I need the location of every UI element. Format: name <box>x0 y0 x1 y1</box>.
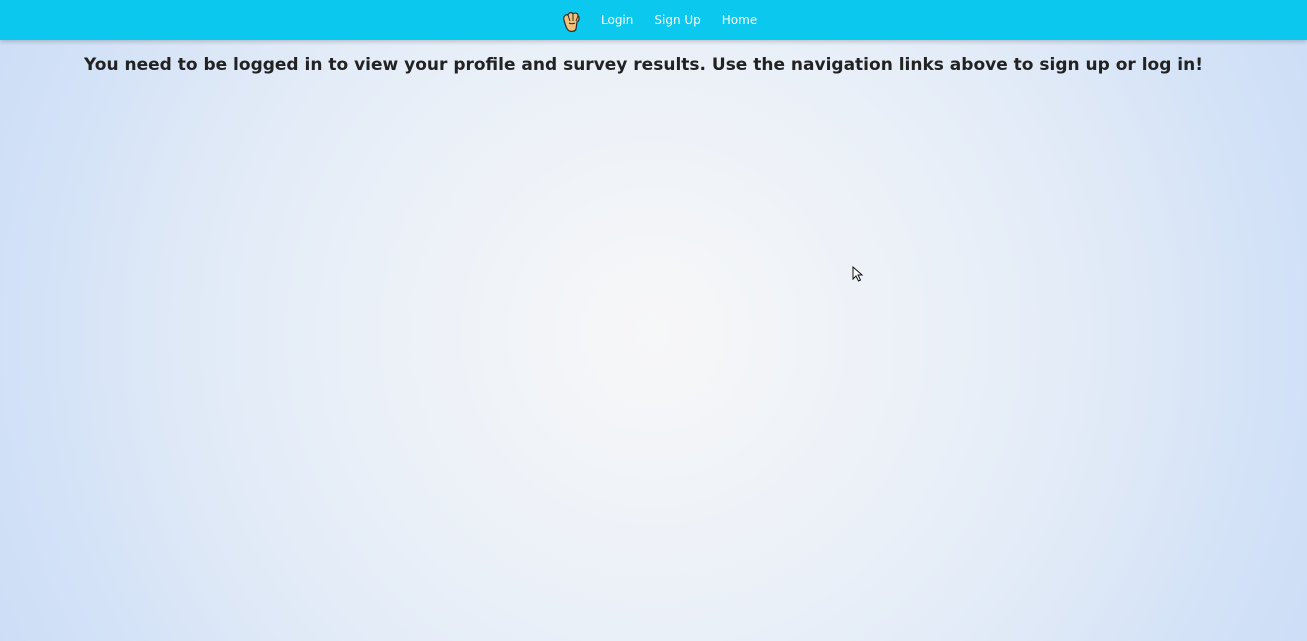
top-navbar: Login Sign Up Home <box>0 0 1307 40</box>
nav-home-link[interactable]: Home <box>722 0 757 40</box>
login-required-message: You need to be logged in to view your pr… <box>84 55 1203 76</box>
hand-icon[interactable] <box>560 9 582 33</box>
nav-links: Login Sign Up Home <box>560 0 757 40</box>
nav-login-link[interactable]: Login <box>601 0 633 40</box>
mouse-pointer-icon <box>852 265 864 282</box>
nav-signup-link[interactable]: Sign Up <box>654 0 700 40</box>
